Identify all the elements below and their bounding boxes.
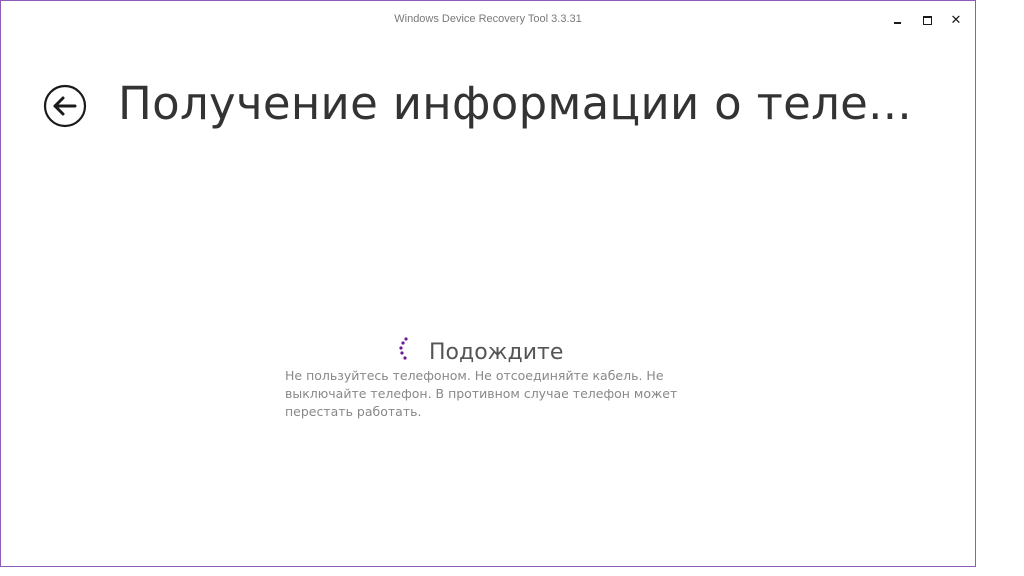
app-window: Windows Device Recovery Tool 3.3.31 ✕ По… <box>0 0 976 567</box>
wait-title: Подождите <box>429 340 564 365</box>
wait-description: Не пользуйтесь телефоном. Не отсоединяйт… <box>285 368 678 419</box>
maximize-icon <box>922 15 932 25</box>
back-button[interactable] <box>43 84 87 128</box>
maximize-button[interactable] <box>913 9 941 31</box>
window-title: Windows Device Recovery Tool 3.3.31 <box>394 13 582 25</box>
minimize-icon <box>893 22 901 24</box>
title-bar[interactable]: Windows Device Recovery Tool 3.3.31 ✕ <box>1 1 975 39</box>
back-arrow-icon <box>43 84 87 128</box>
close-button[interactable]: ✕ <box>942 9 970 31</box>
loading-spinner-icon <box>395 336 413 364</box>
close-icon: ✕ <box>950 12 962 28</box>
page-title: Получение информации о теле... <box>118 77 912 130</box>
minimize-button[interactable] <box>883 9 911 31</box>
